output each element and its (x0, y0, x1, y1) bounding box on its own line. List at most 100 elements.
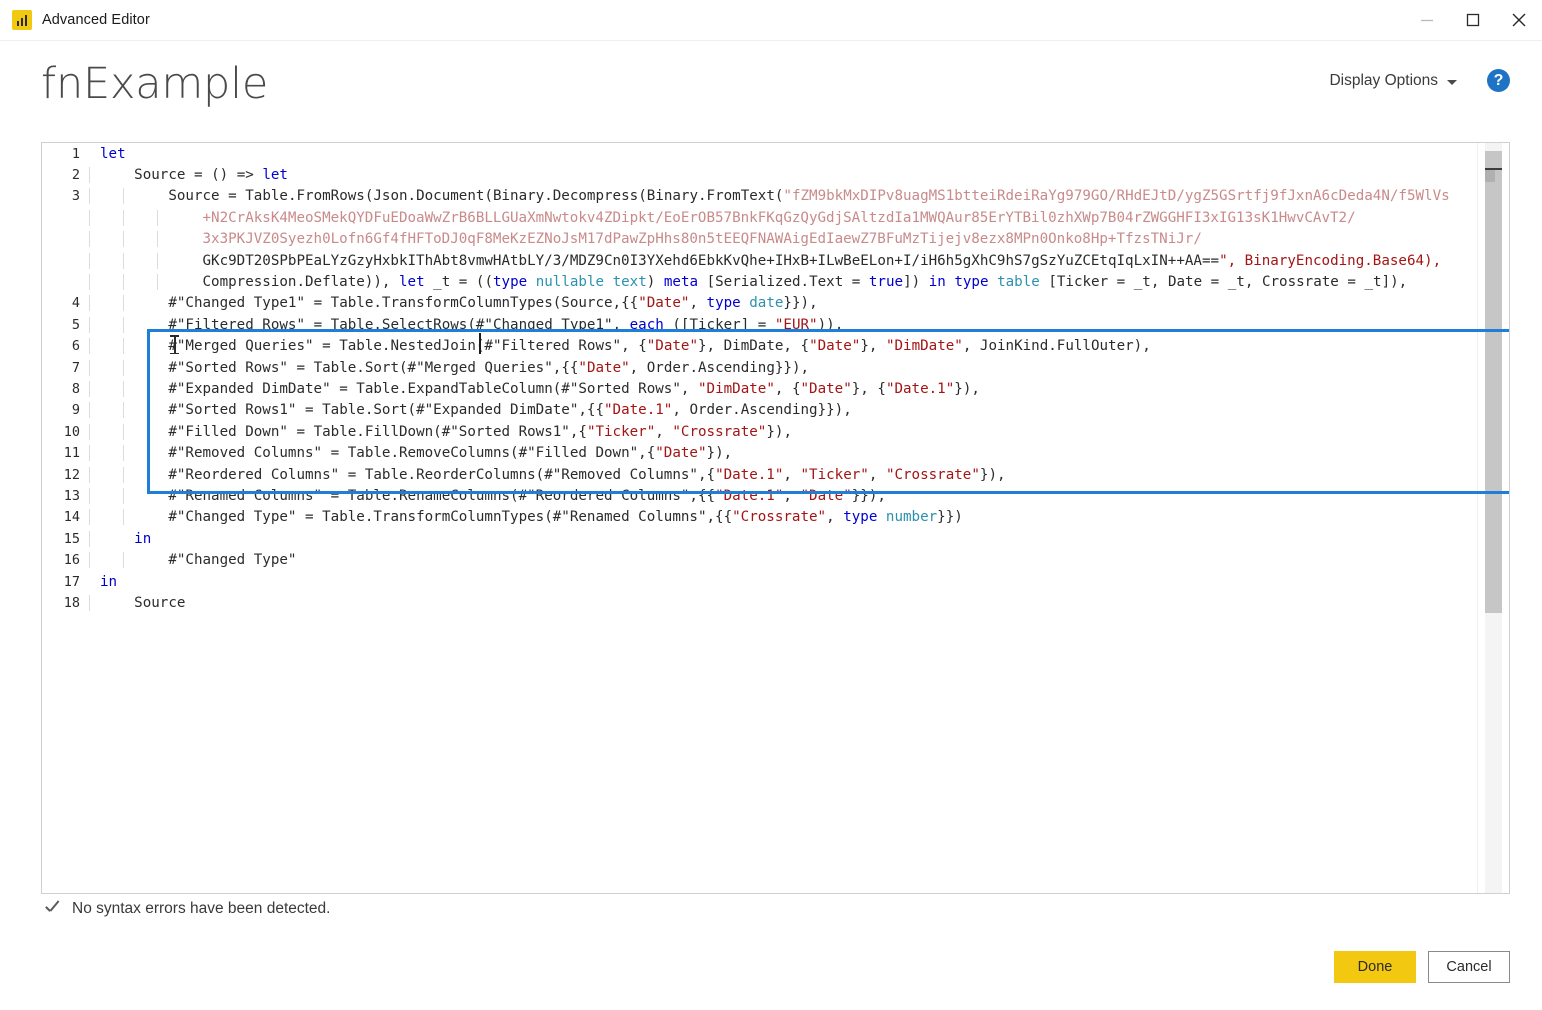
code-lines-container[interactable]: 1let2 Source = () => let3 Source = Table… (42, 143, 1478, 893)
line-number: 5 (42, 317, 88, 333)
code-line[interactable]: +N2CrAksK4MeoSMekQYDFuEDoaWwZrB6BLLGUaXm… (42, 207, 1478, 228)
code-line-text[interactable]: +N2CrAksK4MeoSMekQYDFuEDoaWwZrB6BLLGUaXm… (88, 210, 1478, 226)
code-line-text[interactable]: Source = Table.FromRows(Json.Document(Bi… (88, 188, 1478, 204)
line-number: 8 (42, 381, 88, 397)
code-line-text[interactable]: Compression.Deflate)), let _t = ((type n… (88, 274, 1478, 290)
code-line-text[interactable]: #"Filtered Rows" = Table.SelectRows(#"Ch… (88, 317, 1478, 333)
close-icon[interactable] (1496, 0, 1542, 40)
code-line-text[interactable]: #"Merged Queries" = Table.NestedJoin(#"F… (88, 338, 1478, 354)
code-line-text[interactable]: #"Renamed Columns" = Table.RenameColumns… (88, 488, 1478, 504)
code-line[interactable]: 12 #"Reordered Columns" = Table.ReorderC… (42, 464, 1478, 485)
header-actions: Display Options ? (1329, 69, 1510, 92)
code-line[interactable]: 17in (42, 571, 1478, 592)
code-line[interactable]: GKc9DT20SPbPEaLYzGzyHxbkIThAbt8vmwHAtbLY… (42, 250, 1478, 271)
indent-guide (89, 595, 90, 611)
indent-guide (123, 317, 124, 333)
indent-guide (89, 509, 90, 525)
code-line[interactable]: 1let (42, 143, 1478, 164)
code-line[interactable]: 3 Source = Table.FromRows(Json.Document(… (42, 186, 1478, 207)
code-line[interactable]: 14 #"Changed Type" = Table.TransformColu… (42, 507, 1478, 528)
maximize-icon[interactable] (1450, 0, 1496, 40)
code-line[interactable]: 5 #"Filtered Rows" = Table.SelectRows(#"… (42, 314, 1478, 335)
indent-guide (89, 274, 90, 290)
indent-guide (89, 531, 90, 547)
code-line[interactable]: 9 #"Sorted Rows1" = Table.Sort(#"Expande… (42, 400, 1478, 421)
title-bar: Advanced Editor (0, 0, 1542, 41)
indent-guide (123, 381, 124, 397)
scrollbar-thumb[interactable] (1485, 151, 1502, 613)
indent-guide (123, 467, 124, 483)
editor-header: fnExample Display Options ? (0, 41, 1542, 139)
code-line-text[interactable]: let (88, 146, 1478, 162)
cancel-button[interactable]: Cancel (1428, 951, 1510, 983)
line-number: 3 (42, 188, 88, 204)
status-message: No syntax errors have been detected. (72, 900, 330, 918)
code-editor[interactable]: 1let2 Source = () => let3 Source = Table… (41, 142, 1510, 894)
code-line[interactable]: 11 #"Removed Columns" = Table.RemoveColu… (42, 442, 1478, 463)
minimize-icon[interactable] (1404, 0, 1450, 40)
code-line[interactable]: 8 #"Expanded DimDate" = Table.ExpandTabl… (42, 378, 1478, 399)
code-line-text[interactable]: Source (88, 595, 1478, 611)
powerbi-icon (12, 10, 32, 30)
code-line-text[interactable]: #"Expanded DimDate" = Table.ExpandTableC… (88, 381, 1478, 397)
indent-guide (89, 445, 90, 461)
indent-guide (89, 488, 90, 504)
indent-guide (123, 552, 124, 568)
line-number: 18 (42, 595, 88, 611)
code-line-text[interactable]: #"Reordered Columns" = Table.ReorderColu… (88, 467, 1478, 483)
status-bar: No syntax errors have been detected. (44, 900, 330, 918)
window-title: Advanced Editor (42, 12, 150, 28)
code-line[interactable]: 3x3PKJVZ0Syezh0Lofn6Gf4fHFToDJ0qF8MeKzEZ… (42, 229, 1478, 250)
indent-guide (123, 445, 124, 461)
indent-guide (123, 338, 124, 354)
display-options-dropdown[interactable]: Display Options (1329, 72, 1457, 90)
code-line-text[interactable]: 3x3PKJVZ0Syezh0Lofn6Gf4fHFToDJ0qF8MeKzEZ… (88, 231, 1478, 247)
indent-guide (157, 231, 158, 247)
indent-guide (89, 360, 90, 376)
text-caret (479, 333, 481, 354)
code-line-text[interactable]: in (88, 574, 1478, 590)
indent-guide (123, 274, 124, 290)
code-line-text[interactable]: #"Changed Type1" = Table.TransformColumn… (88, 295, 1478, 311)
code-line-text[interactable]: #"Sorted Rows" = Table.Sort(#"Merged Que… (88, 360, 1478, 376)
line-number: 10 (42, 424, 88, 440)
code-line-text[interactable]: GKc9DT20SPbPEaLYzGzyHxbkIThAbt8vmwHAtbLY… (88, 253, 1478, 269)
chevron-down-icon (1447, 80, 1457, 85)
line-number: 15 (42, 531, 88, 547)
indent-guide (89, 253, 90, 269)
code-line[interactable]: 16 #"Changed Type" (42, 549, 1478, 570)
code-line[interactable]: 13 #"Renamed Columns" = Table.RenameColu… (42, 485, 1478, 506)
line-number: 13 (42, 488, 88, 504)
footer-actions: Done Cancel (1334, 951, 1510, 983)
page-title: fnExample (41, 59, 268, 109)
indent-guide (123, 188, 124, 204)
code-line-text[interactable]: #"Sorted Rows1" = Table.Sort(#"Expanded … (88, 402, 1478, 418)
code-line-text[interactable]: #"Filled Down" = Table.FillDown(#"Sorted… (88, 424, 1478, 440)
code-line[interactable]: 7 #"Sorted Rows" = Table.Sort(#"Merged Q… (42, 357, 1478, 378)
code-line[interactable]: 2 Source = () => let (42, 164, 1478, 185)
done-button[interactable]: Done (1334, 951, 1416, 983)
code-line[interactable]: 18 Source (42, 592, 1478, 613)
vertical-scrollbar[interactable] (1477, 143, 1509, 893)
indent-guide (123, 231, 124, 247)
code-line-text[interactable]: Source = () => let (88, 167, 1478, 183)
code-line[interactable]: Compression.Deflate)), let _t = ((type n… (42, 271, 1478, 292)
scrollbar-selection-marker (1485, 170, 1495, 182)
code-line-text[interactable]: in (88, 531, 1478, 547)
code-line-text[interactable]: #"Changed Type" = Table.TransformColumnT… (88, 509, 1478, 525)
code-line-text[interactable]: #"Changed Type" (88, 552, 1478, 568)
indent-guide (89, 167, 90, 183)
line-number: 17 (42, 574, 88, 590)
code-line[interactable]: 15 in (42, 528, 1478, 549)
indent-guide (157, 274, 158, 290)
code-line[interactable]: 4 #"Changed Type1" = Table.TransformColu… (42, 293, 1478, 314)
line-number: 16 (42, 552, 88, 568)
display-options-label: Display Options (1329, 72, 1438, 90)
help-icon[interactable]: ? (1487, 69, 1510, 92)
code-line[interactable]: 10 #"Filled Down" = Table.FillDown(#"Sor… (42, 421, 1478, 442)
indent-guide (123, 424, 124, 440)
indent-guide (89, 552, 90, 568)
code-line[interactable]: 6 #"Merged Queries" = Table.NestedJoin(#… (42, 336, 1478, 357)
code-line-text[interactable]: #"Removed Columns" = Table.RemoveColumns… (88, 445, 1478, 461)
line-number: 14 (42, 509, 88, 525)
